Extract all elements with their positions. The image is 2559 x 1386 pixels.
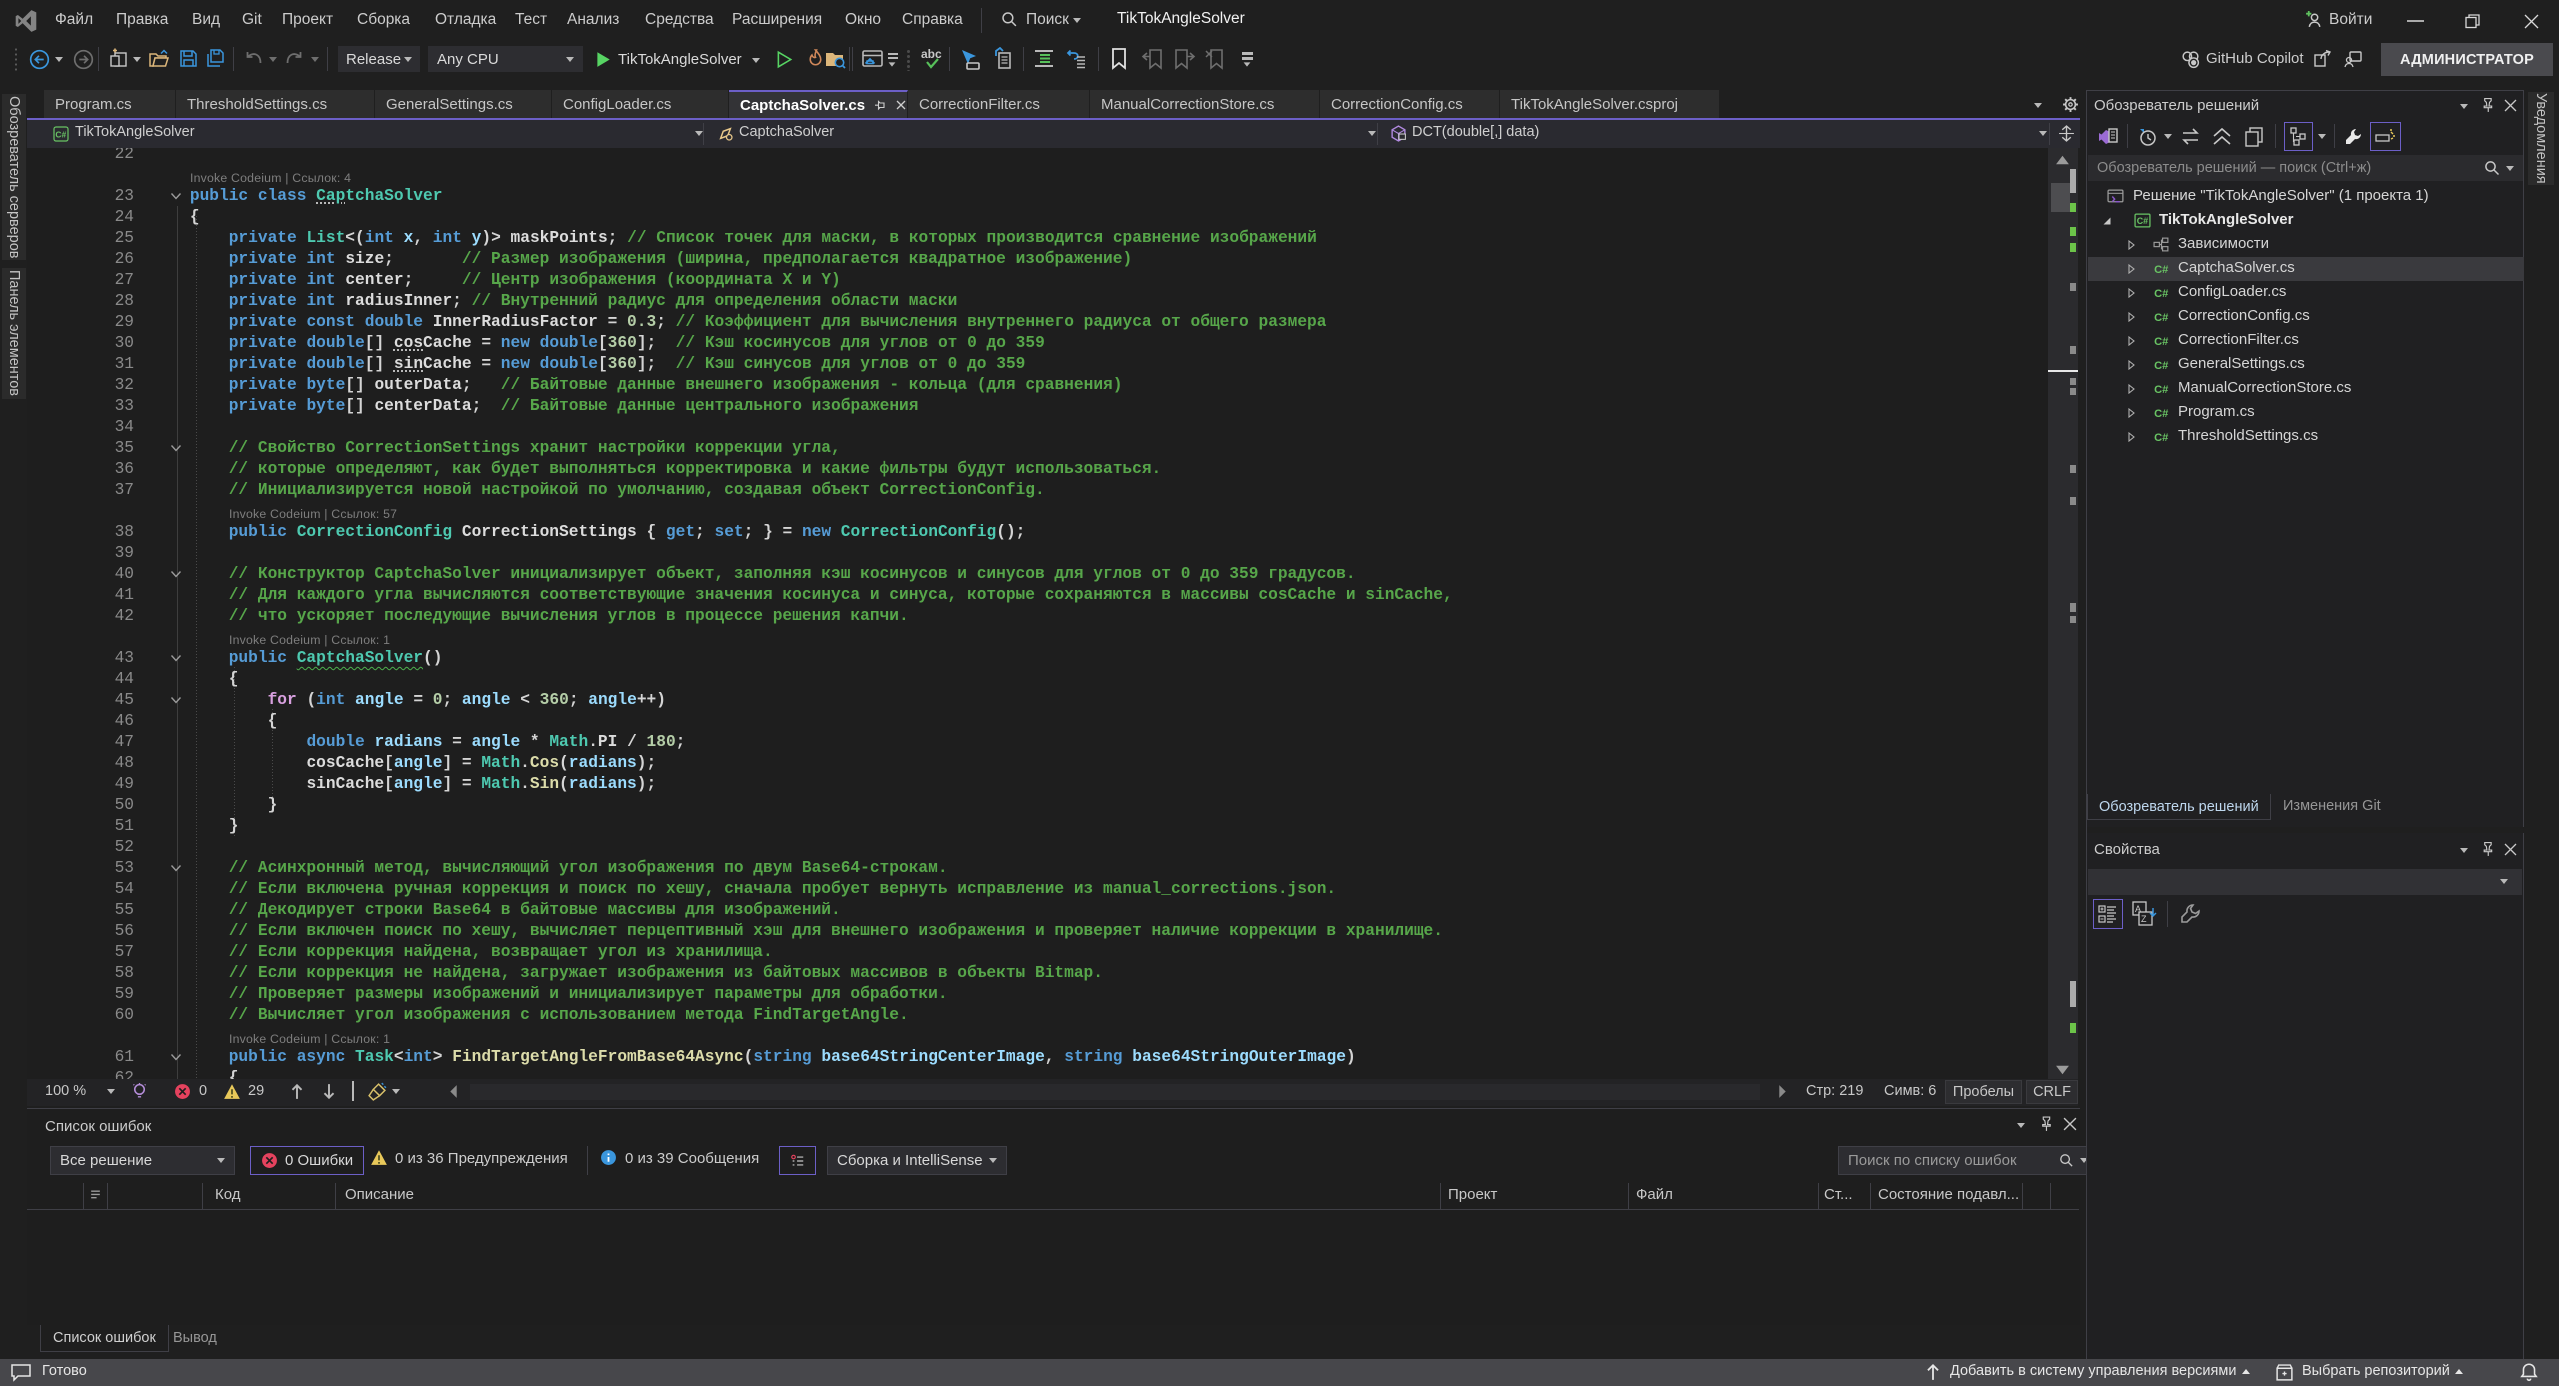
- svg-text:C#: C#: [2154, 432, 2169, 444]
- svg-text:C#: C#: [2154, 288, 2169, 300]
- svg-text:C#: C#: [2154, 408, 2169, 420]
- svg-text:C#: C#: [2154, 384, 2169, 396]
- svg-text:abc: abc: [921, 47, 942, 61]
- svg-text:C#: C#: [2154, 360, 2169, 372]
- svg-text:C#: C#: [2154, 336, 2169, 348]
- svg-text:C#: C#: [2154, 264, 2169, 276]
- svg-text:C#: C#: [2137, 216, 2148, 226]
- svg-text:C#: C#: [2154, 312, 2169, 324]
- svg-text:Z: Z: [2141, 914, 2147, 924]
- svg-text:C#: C#: [55, 130, 66, 140]
